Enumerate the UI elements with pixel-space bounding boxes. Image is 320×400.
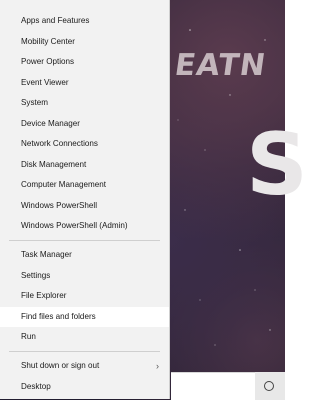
menu-item-mobility-center[interactable]: Mobility Center — [0, 32, 169, 53]
cortana-button[interactable] — [255, 372, 285, 400]
menu-item-desktop[interactable]: Desktop — [0, 377, 169, 398]
menu-item-windows-powershell-admin[interactable]: Windows PowerShell (Admin) — [0, 216, 169, 237]
menu-item-device-manager[interactable]: Device Manager — [0, 114, 169, 135]
menu-separator — [9, 240, 160, 242]
menu-item-run[interactable]: Run — [0, 327, 169, 348]
menu-item-network-connections[interactable]: Network Connections — [0, 134, 169, 155]
menu-item-system[interactable]: System — [0, 93, 169, 114]
menu-item-event-viewer[interactable]: Event Viewer — [0, 73, 169, 94]
menu-item-task-manager[interactable]: Task Manager — [0, 245, 169, 266]
menu-item-label: Shut down or sign out — [21, 361, 100, 371]
menu-item-disk-management[interactable]: Disk Management — [0, 155, 169, 176]
taskbar-search-box[interactable] — [171, 372, 255, 400]
menu-item-power-options[interactable]: Power Options — [0, 52, 169, 73]
wallpaper-brand-text: EATN — [172, 48, 269, 83]
menu-item-apps-and-features[interactable]: Apps and Features — [0, 11, 169, 32]
menu-separator — [9, 351, 160, 353]
menu-item-file-explorer[interactable]: File Explorer — [0, 286, 169, 307]
menu-item-computer-management[interactable]: Computer Management — [0, 175, 169, 196]
cortana-circle-icon — [264, 381, 274, 391]
chevron-right-icon: › — [156, 361, 159, 372]
wallpaper-big-glyph: S — [246, 115, 308, 215]
menu-item-windows-powershell[interactable]: Windows PowerShell — [0, 196, 169, 217]
winx-power-user-menu: Apps and Features Mobility Center Power … — [0, 0, 170, 399]
menu-item-settings[interactable]: Settings — [0, 266, 169, 287]
menu-item-shut-down-or-sign-out[interactable]: Shut down or sign out › — [0, 356, 169, 377]
menu-item-find-files-and-folders[interactable]: Find files and folders — [0, 306, 169, 328]
